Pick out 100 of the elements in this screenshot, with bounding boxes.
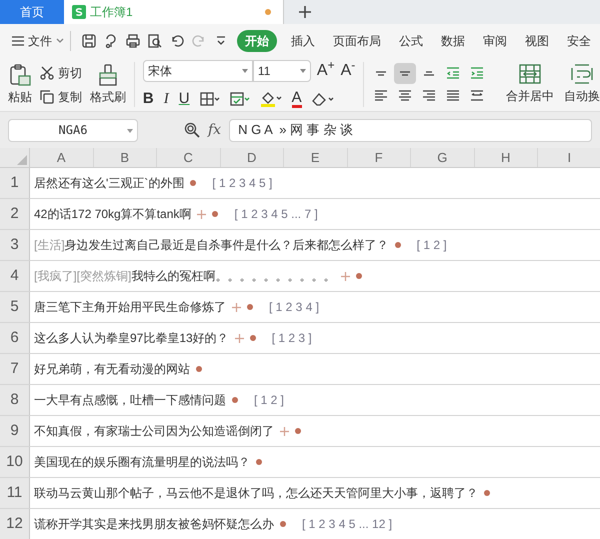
align-middle-button[interactable] — [394, 62, 416, 84]
function-label[interactable]: fx — [208, 120, 222, 140]
merge-cells-icon — [519, 64, 541, 84]
row-header[interactable]: 2 — [0, 199, 30, 229]
cell-style-icon[interactable] — [230, 92, 250, 106]
align-outdent-icon — [445, 65, 462, 81]
page-links[interactable]: [ 1 2 ] — [416, 236, 447, 254]
column-header[interactable]: H — [474, 148, 538, 167]
dot-icon — [247, 304, 253, 310]
clipboard-icon — [9, 64, 31, 86]
page-links[interactable]: [ 1 2 3 4 5 ... 7 ] — [234, 205, 318, 223]
ribbon-tab[interactable]: 安全 — [566, 32, 592, 50]
align-top-icon — [375, 70, 388, 76]
row-header[interactable]: 10 — [0, 447, 30, 477]
row-header[interactable]: 7 — [0, 354, 30, 384]
row-header[interactable]: 12 — [0, 509, 30, 539]
topic-title: 居然还有这么'三观正`的外围 — [34, 175, 184, 192]
row-header[interactable]: 5 — [0, 292, 30, 322]
topic-title: 我特么的冤枉啊。。。。。。。。。。 — [131, 268, 336, 285]
underline-button[interactable]: U — [178, 88, 190, 110]
scissors-icon — [40, 66, 54, 80]
topic-tags: [生活] — [34, 236, 65, 254]
paste-button[interactable]: 粘贴 — [8, 64, 32, 106]
ribbon-tab[interactable]: 公式 — [398, 32, 424, 50]
dot-icon — [356, 273, 362, 279]
document-tab[interactable]: 工作簿1 — [64, 0, 284, 24]
brush-icon — [98, 64, 118, 86]
formula-field[interactable]: N G A » 网 事 杂 谈 — [229, 118, 592, 142]
borders-icon[interactable] — [200, 92, 220, 106]
home-tab[interactable]: 首页 — [0, 0, 64, 24]
ribbon-tab[interactable]: 数据 — [440, 32, 466, 50]
dot-icon — [212, 211, 218, 217]
align-bottom-icon — [423, 70, 436, 76]
format-painter-button[interactable]: 格式刷 — [90, 64, 126, 106]
wrap-text-button[interactable]: 自动换 — [564, 58, 600, 111]
cut-button[interactable]: 剪切 — [40, 64, 82, 82]
dot-icon — [256, 459, 262, 465]
align-indent-icon — [469, 65, 486, 81]
save-icon[interactable] — [82, 34, 96, 48]
dot-icon — [295, 428, 301, 434]
wrap-text-icon — [571, 64, 593, 84]
topic-tags: [我疯了][突然炼铜] — [34, 267, 132, 285]
italic-button[interactable]: I — [164, 88, 169, 110]
ribbon-tab[interactable]: 视图 — [524, 32, 550, 50]
page-links[interactable]: [ 1 2 3 4 5 ] — [212, 174, 272, 192]
column-header[interactable]: B — [94, 148, 157, 167]
caret-icon — [56, 38, 64, 44]
topic-title: 42的话172 70kg算不算tank啊 — [34, 206, 192, 223]
column-header[interactable]: D — [220, 148, 284, 167]
row-header[interactable]: 8 — [0, 385, 30, 415]
merge-center-button[interactable]: 合并居中 — [506, 58, 554, 111]
bold-button[interactable]: B — [142, 88, 154, 110]
row-header[interactable]: 11 — [0, 478, 30, 508]
zoom-icon — [184, 122, 200, 138]
align-middle-icon — [399, 70, 412, 76]
copy-button[interactable]: 复制 — [40, 88, 82, 106]
font-field[interactable]: 宋体 — [142, 60, 253, 82]
print-icon[interactable] — [126, 34, 140, 48]
dot-icon — [196, 366, 202, 372]
row-header[interactable]: 3 — [0, 230, 30, 260]
menu-icon — [12, 36, 24, 46]
column-header[interactable]: I — [538, 148, 600, 167]
caret-icon — [242, 68, 248, 73]
column-header[interactable]: E — [284, 148, 348, 167]
ribbon-tab[interactable]: 插入 — [290, 32, 316, 50]
spreadsheet-icon — [72, 5, 86, 19]
print-preview-icon[interactable] — [148, 34, 162, 48]
page-links[interactable]: [ 1 2 3 4 ] — [269, 298, 320, 316]
file-menu[interactable]: 文件 — [12, 32, 64, 50]
topic-title: 身边发生过离自己最近是自杀事件是什么？后来都怎么样了？ — [64, 237, 389, 254]
topic-title: 这么多人认为拳皇97比拳皇13好的？ — [34, 330, 229, 347]
font-size-field[interactable]: 11 — [252, 60, 311, 82]
column-header[interactable]: F — [348, 148, 411, 167]
fill-bucket-icon[interactable] — [260, 91, 282, 107]
topic-title: 谎称开学其实是来找男朋友被爸妈怀疑怎么办 — [34, 516, 274, 533]
page-links[interactable]: [ 1 2 3 ] — [272, 329, 312, 347]
ribbon-tab[interactable]: 审阅 — [482, 32, 508, 50]
page-links[interactable]: [ 1 2 ] — [254, 391, 284, 409]
dot-icon — [250, 335, 256, 341]
grow-font-button[interactable]: A$^{+}$ — [316, 58, 335, 83]
ribbon-tab[interactable]: 开始 — [237, 30, 277, 52]
column-header[interactable]: C — [157, 148, 220, 167]
shrink-font-button[interactable]: A$^{-}$ — [340, 58, 356, 83]
page-links[interactable]: [ 1 2 3 4 5 ... 12 ] — [302, 515, 392, 533]
column-header[interactable]: G — [411, 148, 474, 167]
name-box[interactable]: NGA6 — [8, 118, 138, 142]
add-icon[interactable] — [298, 5, 312, 19]
topic-title: 一大早有点感慨，吐槽一下感情问题 — [34, 392, 226, 409]
ribbon-tab[interactable]: 页面布局 — [332, 32, 382, 50]
dot-icon — [280, 521, 286, 527]
font-color-button[interactable]: A — [292, 90, 302, 108]
row-header[interactable]: 9 — [0, 416, 30, 446]
column-header[interactable]: A — [30, 148, 94, 167]
copy-icon — [40, 90, 54, 104]
row-header[interactable]: 6 — [0, 323, 30, 353]
topic-title: 联动马云黄山那个帖子，马云他不是退休了吗，怎么还天天管阿里大小事，返聘了？ — [34, 485, 478, 502]
undo-icon[interactable] — [170, 34, 184, 48]
row-header[interactable]: 4 — [0, 261, 30, 291]
eraser-icon[interactable] — [312, 92, 334, 106]
row-header[interactable]: 1 — [0, 168, 30, 198]
